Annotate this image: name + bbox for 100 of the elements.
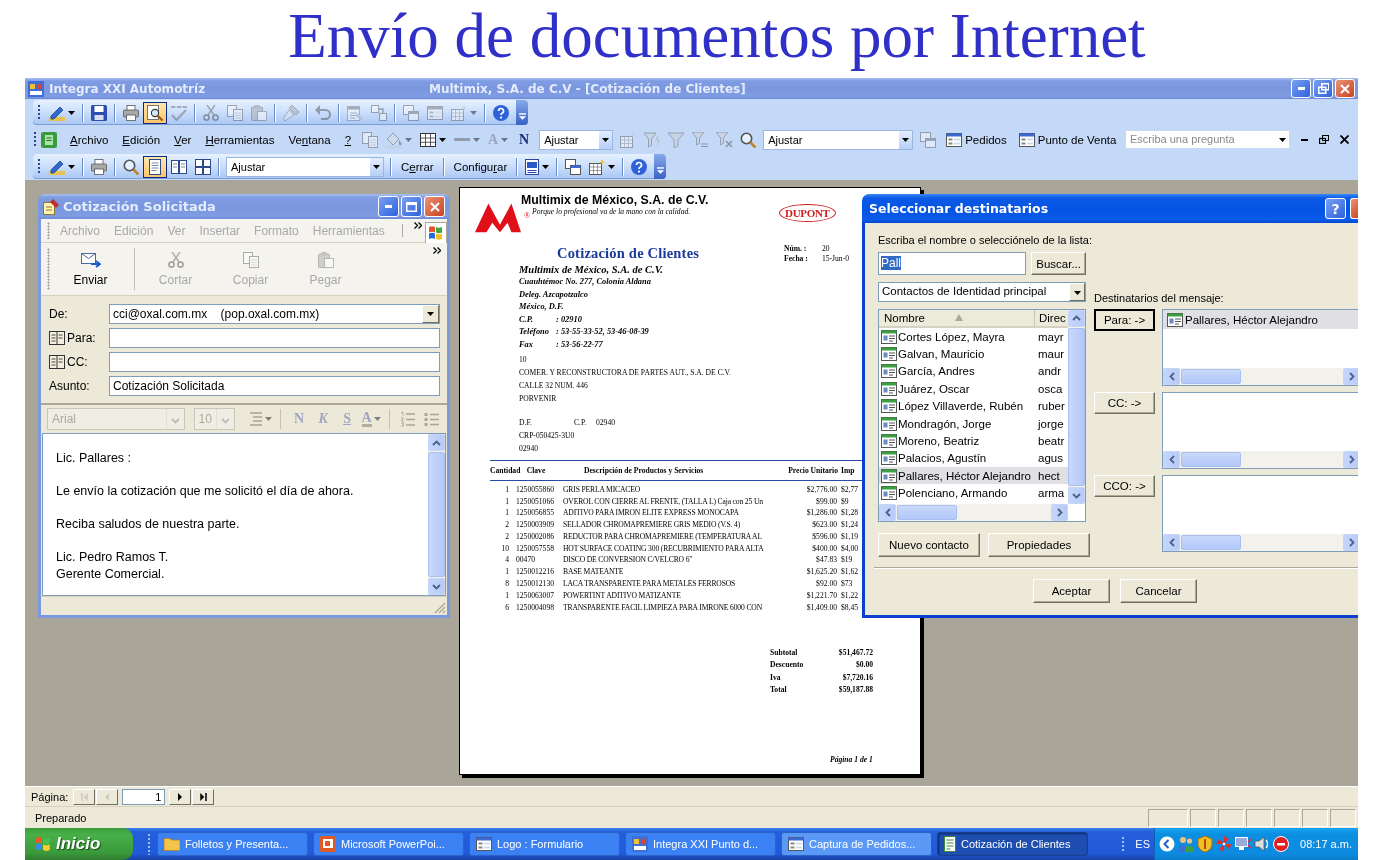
scroll-up-button[interactable] <box>428 434 445 451</box>
action-button[interactable]: Propiedades <box>988 533 1090 557</box>
page-nav-button[interactable] <box>192 788 215 805</box>
page-nav-button[interactable] <box>169 788 192 805</box>
scrollbar-thumb[interactable] <box>1181 452 1241 467</box>
caret-icon <box>1279 137 1286 142</box>
menu-item[interactable]: Archivo <box>63 128 116 151</box>
resize-grip-icon <box>434 602 446 614</box>
taskbar-button[interactable]: Logo : Formulario <box>469 832 620 856</box>
scroll-up-button[interactable] <box>1068 309 1085 327</box>
sender-combo-box[interactable]: cci@oxal.com.mx (pop.oxal.com.mx) <box>109 304 440 324</box>
contact-row[interactable]: García, Andres andr <box>879 362 1068 381</box>
toolbar-grip[interactable] <box>47 248 50 290</box>
scroll-down-button[interactable] <box>1068 487 1085 504</box>
scroll-right-button[interactable] <box>1343 534 1358 551</box>
contact-row[interactable]: Palacios, Agustín agus <box>879 449 1068 468</box>
zoom-combo-box[interactable]: Ajustar <box>226 156 384 177</box>
scroll-left-button[interactable] <box>1163 534 1180 551</box>
menu-item[interactable]: Ventana <box>281 128 338 151</box>
caret-icon <box>608 164 616 169</box>
toolbar-command-button[interactable]: Configurar <box>447 155 514 178</box>
scroll-left-button[interactable] <box>1163 451 1180 468</box>
shortcut-button[interactable]: Punto de Venta <box>1012 128 1123 151</box>
minimize-icon <box>1297 87 1305 90</box>
toolbar-grip[interactable] <box>37 158 41 175</box>
add-recipient-button[interactable]: Para: -> <box>1094 309 1155 331</box>
recipient-row[interactable]: Pallares, Héctor Alejandro <box>1163 310 1358 329</box>
recipient-field[interactable] <box>109 352 440 372</box>
vertical-scrollbar[interactable] <box>428 434 445 595</box>
scrollbar-thumb[interactable] <box>897 505 957 520</box>
horizontal-scrollbar[interactable] <box>1163 451 1358 468</box>
toolbar-grip[interactable] <box>147 833 151 855</box>
toolbar-options-button[interactable] <box>654 154 667 179</box>
document-page-icon <box>525 158 540 175</box>
taskbar-button[interactable]: Integra XXI Punto d... <box>625 832 776 856</box>
page-number-field[interactable]: 1 <box>122 788 166 805</box>
column-header[interactable]: Direc <box>1035 309 1066 326</box>
toolbar-command-button[interactable]: Cerrar <box>395 155 440 178</box>
action-button[interactable]: Nuevo contacto <box>878 533 980 557</box>
next-page-icon <box>178 792 183 801</box>
menu-item[interactable]: ? <box>337 128 359 151</box>
find-button[interactable]: Buscar... <box>1031 252 1086 275</box>
address-book-icon <box>49 354 65 370</box>
scroll-down-button[interactable] <box>428 578 445 595</box>
zoom-combo-box[interactable]: Ajustar <box>763 129 914 150</box>
dialog-button[interactable]: Cancelar <box>1120 579 1197 603</box>
toolbar-button[interactable]: Enviar <box>53 243 128 295</box>
taskbar-button[interactable]: Folletos y Presenta... <box>157 832 308 856</box>
horizontal-scrollbar[interactable] <box>1163 368 1358 385</box>
subject-field[interactable]: Cotización Solicitada <box>109 376 440 396</box>
toolbar-button[interactable] <box>143 101 167 124</box>
language-indicator[interactable]: ES <box>1135 838 1150 850</box>
menu-item[interactable]: Ver <box>167 128 199 151</box>
taskbar-button[interactable]: Microsoft PowerPoi... <box>313 832 464 856</box>
contact-row[interactable]: Juárez, Oscar osca <box>879 380 1068 398</box>
add-recipient-button[interactable]: CC: -> <box>1094 392 1155 414</box>
search-field[interactable]: Pall <box>878 252 1027 275</box>
zoom-combo-box[interactable]: Ajustar <box>539 129 614 150</box>
scrollbar-thumb[interactable] <box>1068 327 1085 486</box>
horizontal-scrollbar[interactable] <box>1163 534 1358 551</box>
contact-row[interactable]: López Villaverde, Rubén ruber <box>879 397 1068 415</box>
toolbar-options-button[interactable] <box>516 100 528 125</box>
help-button[interactable]: ? <box>1325 198 1346 219</box>
contact-row[interactable]: Polenciano, Armando arma <box>879 484 1068 502</box>
scrollbar-thumb[interactable] <box>1181 535 1241 550</box>
contact-row[interactable]: Moreno, Beatriz beatr <box>879 432 1068 450</box>
scrollbar-thumb[interactable] <box>1181 369 1241 384</box>
taskbar-button[interactable]: Cotización de Clientes <box>937 832 1088 856</box>
horizontal-scrollbar[interactable] <box>879 504 1068 521</box>
contact-row[interactable]: Mondragón, Jorge jorge <box>879 414 1068 433</box>
address-book-button[interactable]: CC: <box>49 352 109 372</box>
address-book-button[interactable]: Para: <box>49 328 109 348</box>
contact-row[interactable]: Cortes López, Mayra mayr <box>879 327 1068 346</box>
scrollbar-thumb[interactable] <box>428 452 445 577</box>
menu-item[interactable]: Herramientas <box>198 128 282 151</box>
toolbar-button[interactable] <box>143 155 167 178</box>
message-body-field[interactable]: Lic. Pallares : Le envío la cotización que me solicitó el día de ahora. Reciba saludos de nuestra parte. Lic. Pedro Ramos T. Gerente Comercial. <box>42 433 446 596</box>
add-recipient-button[interactable]: CCO: -> <box>1094 475 1155 497</box>
scroll-left-button[interactable] <box>879 504 896 521</box>
form-window-icon <box>788 836 804 852</box>
address-book-combo-box[interactable]: Contactos de Identidad principal <box>878 282 1086 302</box>
scroll-left-button[interactable] <box>1163 368 1180 385</box>
help-search-field[interactable]: Escriba una pregunta <box>1125 130 1290 149</box>
recipient-field[interactable] <box>109 328 440 348</box>
contact-row[interactable]: Pallares, Héctor Alejandro hect <box>879 467 1068 485</box>
maximize-button[interactable] <box>401 196 422 217</box>
scroll-right-button[interactable] <box>1051 504 1068 521</box>
menu-item[interactable]: Edición <box>115 128 168 151</box>
contact-card-icon <box>881 468 897 483</box>
scroll-right-button[interactable] <box>1343 451 1358 468</box>
column-header[interactable]: Nombre <box>879 309 1035 326</box>
toolbar-grip[interactable] <box>33 131 37 148</box>
toolbar-grip[interactable] <box>47 222 50 239</box>
toolbar-grip[interactable] <box>37 104 41 121</box>
format-button[interactable]: N <box>512 128 537 151</box>
contact-row[interactable]: Galvan, Mauricio maur <box>879 345 1068 363</box>
scroll-right-button[interactable] <box>1343 368 1358 385</box>
dialog-button[interactable]: Aceptar <box>1033 579 1110 603</box>
vertical-scrollbar[interactable] <box>1068 309 1085 504</box>
shortcut-button[interactable]: Pedidos <box>940 128 1013 151</box>
